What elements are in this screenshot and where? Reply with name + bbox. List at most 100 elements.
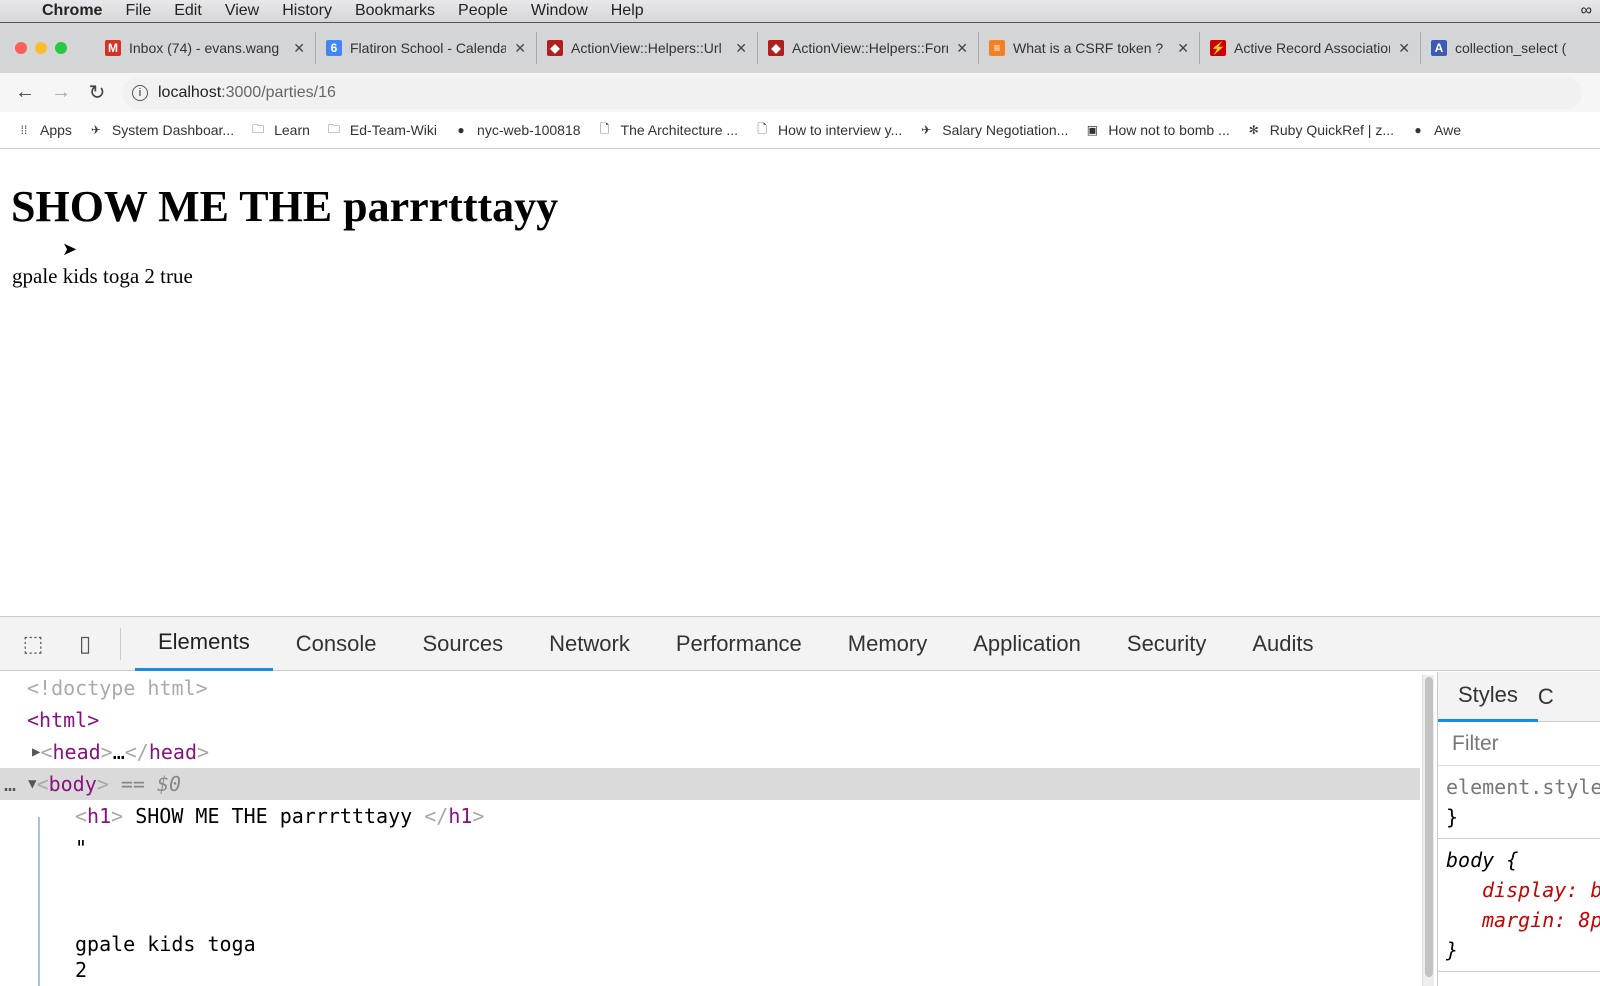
dom-text-node[interactable]: 2: [0, 954, 1420, 986]
tab-title: What is a CSRF token ?: [1013, 40, 1164, 56]
tab-title: Flatiron School - Calendar: [350, 40, 507, 56]
dom-body-selected[interactable]: … ▼ < body > == $0: [0, 768, 1420, 800]
style-property[interactable]: margin: 8px;: [1446, 905, 1600, 935]
bookmark-item[interactable]: ⁞⁞ Apps: [16, 122, 72, 138]
inspect-element-icon[interactable]: ⬚: [18, 629, 48, 659]
tab-title: Inbox (74) - evans.wang: [129, 40, 280, 56]
browser-tab[interactable]: 6 Flatiron School - Calendar ✕: [316, 32, 537, 64]
close-tab-icon[interactable]: ✕: [514, 40, 526, 57]
devtools-tab-application[interactable]: Application: [950, 617, 1104, 671]
close-tab-icon[interactable]: ✕: [735, 40, 747, 57]
close-tab-icon[interactable]: ✕: [956, 40, 968, 57]
close-tab-icon[interactable]: ✕: [1398, 40, 1410, 57]
dom-html[interactable]: <html>: [0, 704, 1420, 736]
jira-icon: ✈: [90, 123, 101, 137]
bookmark-item[interactable]: 🗋 How to interview y...: [754, 122, 902, 139]
menu-help[interactable]: Help: [611, 2, 644, 20]
menu-view[interactable]: View: [225, 2, 259, 20]
tab-computed[interactable]: C: [1538, 684, 1554, 710]
back-button[interactable]: ←: [14, 81, 36, 104]
devtools-tab-memory[interactable]: Memory: [825, 617, 950, 671]
info-icon[interactable]: i: [132, 84, 148, 101]
head-tag: head: [52, 740, 101, 764]
address-bar[interactable]: i localhost:3000/parties/16: [122, 76, 1582, 109]
expand-triangle-icon[interactable]: ▶: [32, 744, 40, 760]
bookmark-label: How not to bomb ...: [1108, 122, 1230, 138]
menu-history[interactable]: History: [282, 2, 332, 20]
dom-text-quote[interactable]: ": [0, 832, 1420, 864]
element-style-rule: element.style {}: [1438, 766, 1600, 839]
window-controls: [15, 42, 67, 54]
close-tab-icon[interactable]: ✕: [1177, 40, 1189, 57]
tab-styles[interactable]: Styles: [1438, 672, 1538, 722]
minimize-window-button[interactable]: [35, 42, 47, 54]
bookmark-item[interactable]: ✈ Salary Negotiation...: [918, 122, 1068, 138]
devtools-tab-console[interactable]: Console: [273, 617, 400, 671]
body-tag: body: [48, 772, 97, 796]
bookmark-item[interactable]: 🗀 Learn: [250, 121, 310, 139]
devtools-tab-elements[interactable]: Elements: [135, 617, 273, 671]
bookmark-item[interactable]: ● nyc-web-100818: [453, 122, 580, 138]
dom-h1[interactable]: < h1 > SHOW ME THE parrrtttayy </h1 >: [0, 800, 1420, 832]
menu-people[interactable]: People: [458, 2, 508, 20]
bookmark-item[interactable]: ▣ How not to bomb ...: [1084, 122, 1230, 138]
bookmark-item[interactable]: ✻ Ruby QuickRef | z...: [1246, 122, 1394, 138]
bookmark-item[interactable]: 🗀 Ed-Team-Wiki: [326, 122, 438, 139]
bookmark-item[interactable]: ✈ System Dashboar...: [88, 122, 234, 138]
divider: [120, 627, 121, 660]
browser-tab[interactable]: Acollection_select (✕: [1421, 32, 1600, 64]
folder-icon: 🗀: [252, 121, 265, 136]
ruby-icon: ◆: [768, 40, 784, 56]
url-host: localhost: [158, 83, 222, 101]
tab-title: Active Record Associations: [1234, 40, 1391, 56]
tab-title: ActionView::Helpers::Url: [571, 40, 722, 56]
bookmark-label: Ruby QuickRef | z...: [1269, 122, 1394, 138]
bookmark-label: Ed-Team-Wiki: [349, 122, 438, 138]
devtools-tab-network[interactable]: Network: [526, 617, 653, 671]
calendar-icon: 6: [326, 40, 342, 56]
devtools-tab-performance[interactable]: Performance: [653, 617, 825, 671]
browser-tab[interactable]: M Inbox (74) - evans.wang ✕: [95, 32, 316, 64]
styles-filter-input[interactable]: Filter: [1438, 722, 1600, 766]
devtools-panel: ⬚ ▯ Elements Console Sources Network Perform…: [0, 616, 1600, 986]
devtools-tab-security[interactable]: Security: [1104, 617, 1229, 671]
browser-tab[interactable]: ⚡ Active Record Associations ✕: [1200, 32, 1421, 64]
apidock-icon: A: [1431, 40, 1447, 56]
browser-tab[interactable]: ◆ ActionView::Helpers::Form ✕: [758, 32, 979, 64]
close-brace: }: [1446, 805, 1459, 829]
body-selector: body {: [1446, 848, 1519, 872]
glasses-icon[interactable]: ∞: [1581, 2, 1592, 20]
body-rule: body {display: block;margin: 8px;}: [1438, 839, 1600, 972]
h1-text: SHOW ME THE parrrtttayy: [123, 804, 425, 828]
close-tab-icon[interactable]: ✕: [293, 40, 305, 57]
browser-tab[interactable]: ≡ What is a CSRF token ? ✕: [979, 32, 1200, 64]
forward-button[interactable]: →: [50, 81, 72, 104]
reload-button[interactable]: ↻: [86, 80, 108, 105]
devtools-tab-sources[interactable]: Sources: [399, 617, 526, 671]
devtools-tab-audits[interactable]: Audits: [1229, 617, 1336, 671]
head-ellipsis[interactable]: …: [113, 740, 125, 764]
styles-pane: StylesC Filter element.style {} body { di…: [1437, 672, 1600, 986]
bookmark-item[interactable]: ● Awe: [1410, 122, 1461, 138]
dom-head[interactable]: ▶ < head >… </head >: [0, 736, 1420, 768]
device-toolbar-icon[interactable]: ▯: [70, 629, 100, 659]
menu-bookmarks[interactable]: Bookmarks: [355, 2, 435, 20]
menu-app-name[interactable]: Chrome: [42, 2, 102, 20]
browser-toolbar: ← → ↻ i localhost:3000/parties/16: [0, 73, 1600, 112]
maximize-window-button[interactable]: [55, 42, 67, 54]
menu-file[interactable]: File: [125, 2, 151, 20]
browser-tab[interactable]: ◆ ActionView::Helpers::Url ✕: [537, 32, 758, 64]
stackoverflow-icon: ≡: [989, 40, 1005, 56]
more-dots-icon[interactable]: …: [4, 772, 28, 796]
elements-scrollbar[interactable]: [1422, 675, 1434, 986]
bookmark-item[interactable]: 🗋 The Architecture ...: [597, 122, 738, 139]
tab-strip: M Inbox (74) - evans.wang ✕ 6 Flatiron Schoo…: [0, 23, 1600, 73]
dom-doctype[interactable]: <!doctype html>: [0, 672, 1420, 704]
menu-edit[interactable]: Edit: [174, 2, 202, 20]
elements-tree: <!doctype html> <html> ▶ < head >… </head > ……: [0, 672, 1420, 986]
style-property[interactable]: display: block;: [1446, 875, 1600, 905]
close-window-button[interactable]: [15, 42, 27, 54]
menu-window[interactable]: Window: [531, 2, 588, 20]
collapse-triangle-icon[interactable]: ▼: [28, 776, 36, 792]
